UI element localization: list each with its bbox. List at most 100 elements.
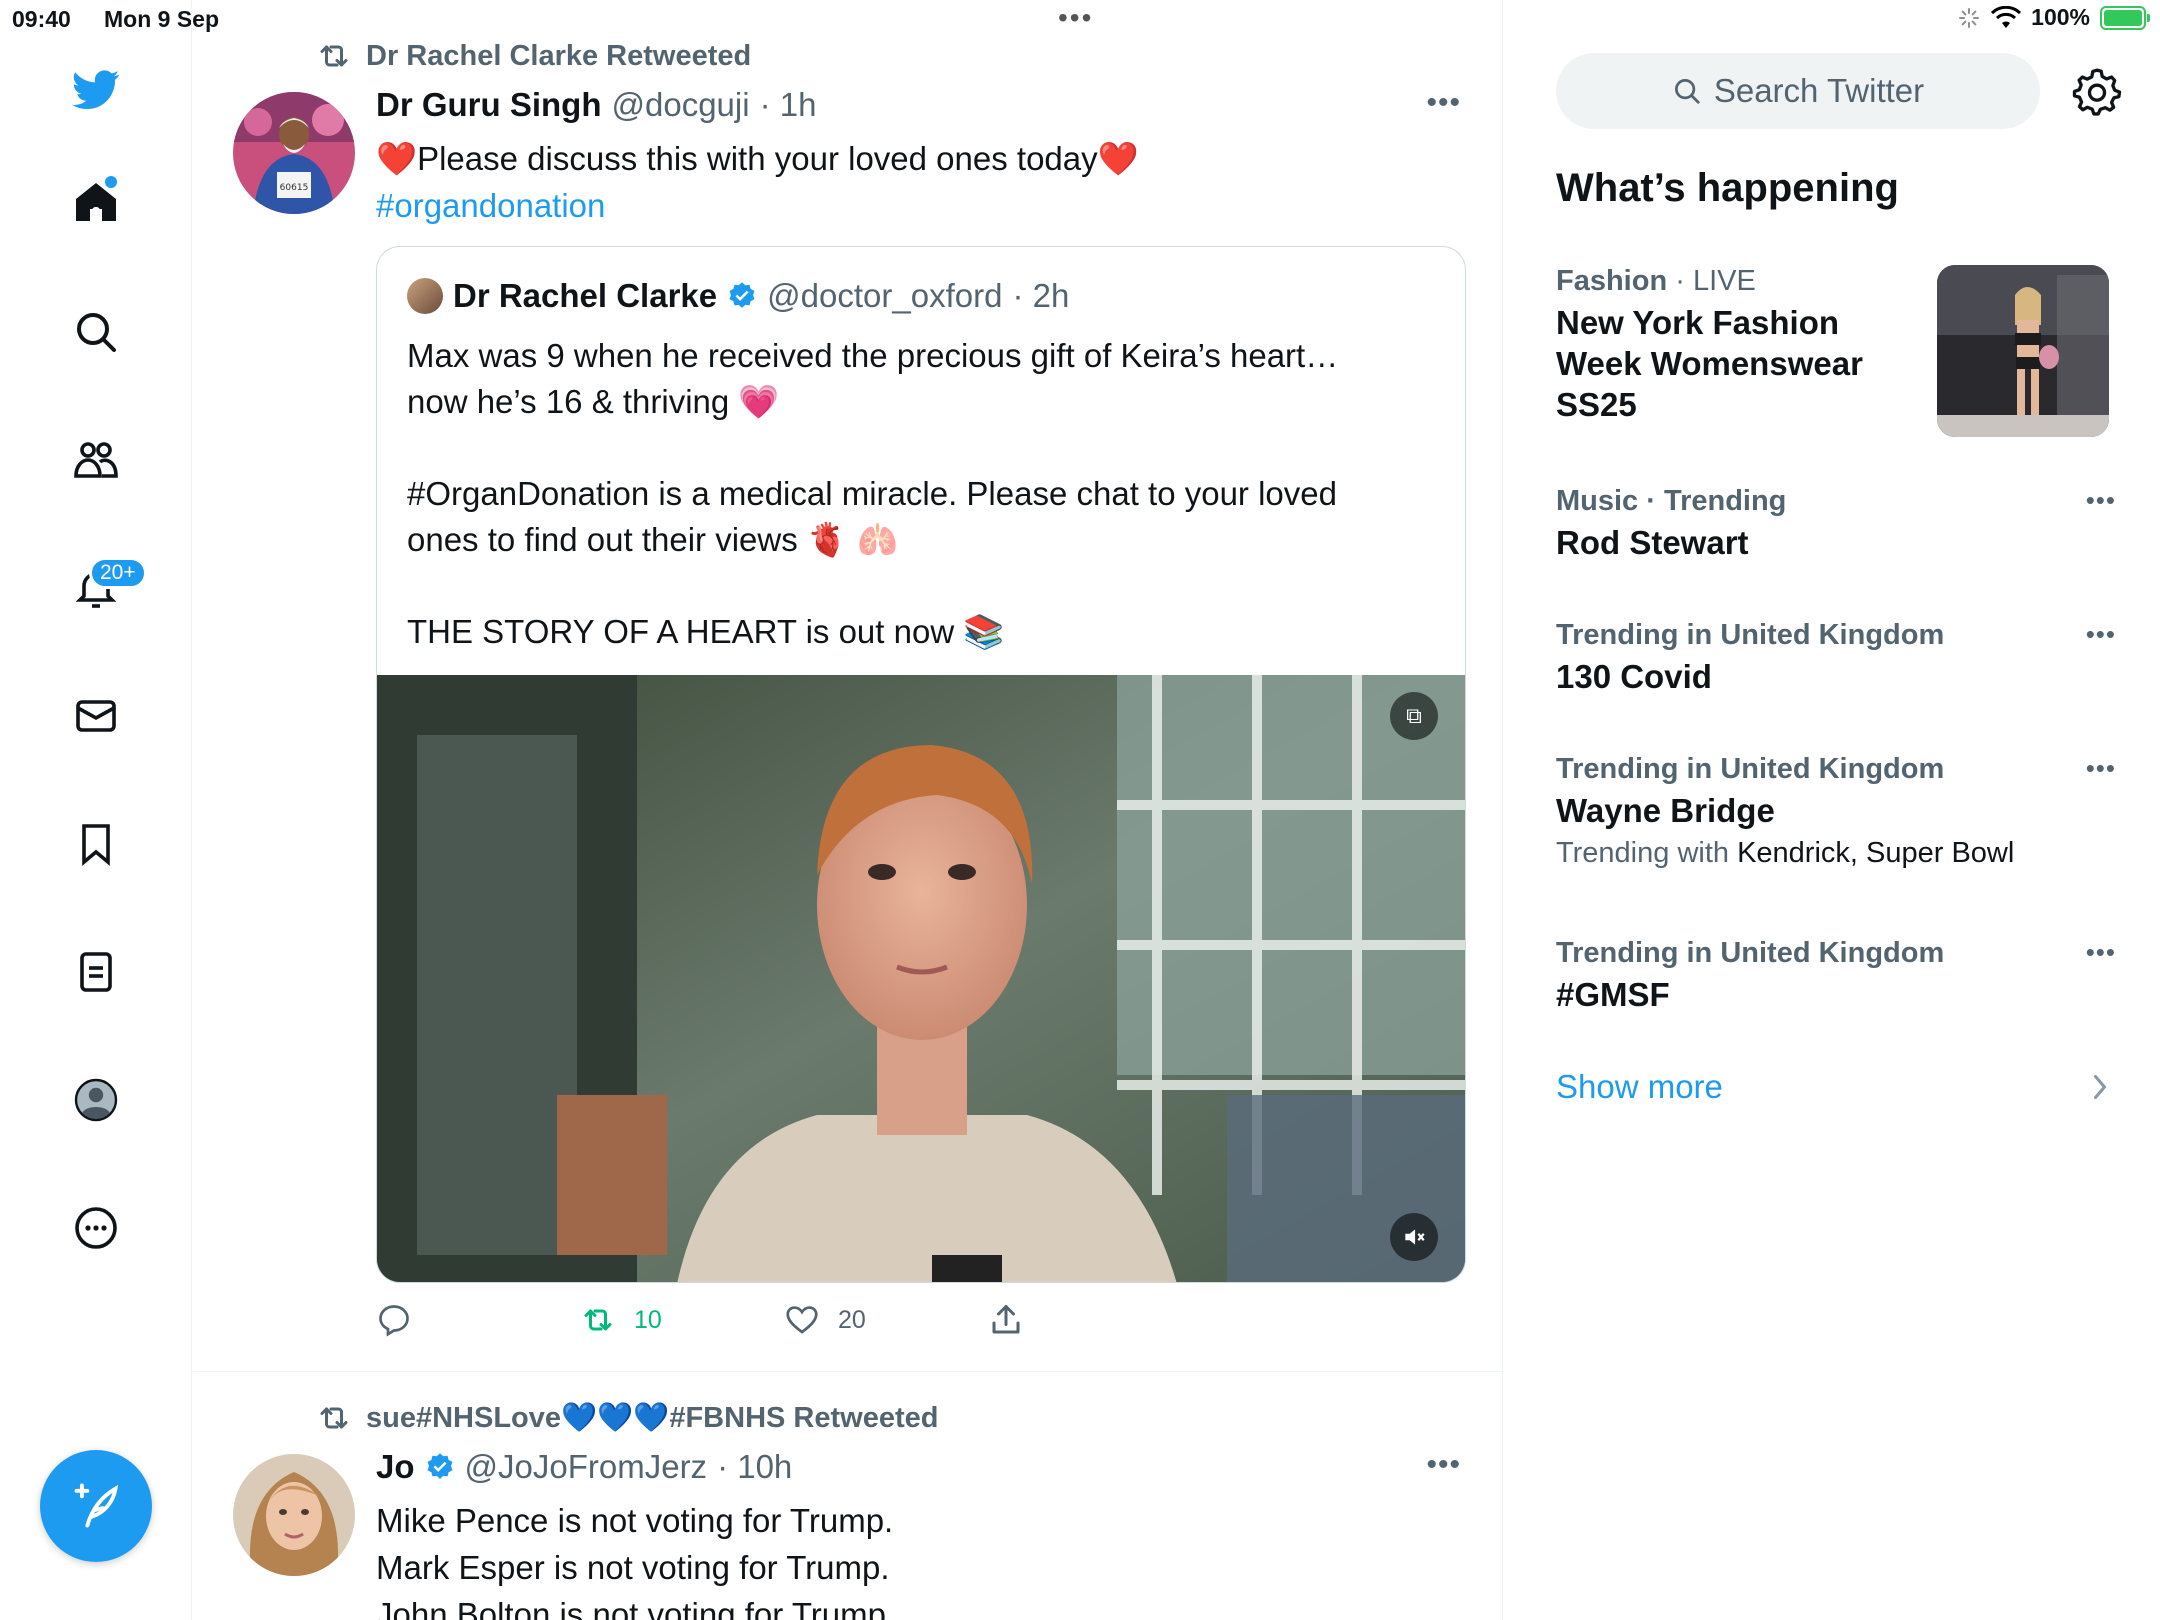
svg-text:60615: 60615 bbox=[280, 183, 309, 193]
twitter-logo-icon[interactable] bbox=[63, 56, 129, 122]
trend-meta: Trending in United Kingdom bbox=[1556, 937, 1945, 969]
trend-more-button[interactable]: ••• bbox=[2086, 937, 2116, 968]
nav-explore[interactable] bbox=[63, 299, 129, 365]
video-player[interactable]: ⧉ bbox=[377, 675, 1465, 1282]
trend-title: Rod Stewart bbox=[1556, 524, 1749, 561]
communities-icon bbox=[74, 442, 118, 478]
tweet-time[interactable]: · 1h bbox=[760, 86, 817, 124]
quoted-tweet-text: Max was 9 when he received the precious … bbox=[407, 337, 1339, 650]
tweet-body: Please discuss this with your loved ones… bbox=[417, 140, 1098, 177]
nav-communities[interactable] bbox=[63, 427, 129, 493]
captions-toggle-icon[interactable]: ⧉ bbox=[1390, 692, 1438, 740]
trend-thumbnail[interactable] bbox=[1937, 265, 2109, 437]
tweet-line: Mike Pence is not voting for Trump. bbox=[376, 1502, 894, 1539]
nav-notifications[interactable]: 20+ bbox=[63, 555, 147, 621]
author-handle[interactable]: @JoJoFromJerz bbox=[465, 1448, 708, 1486]
quoted-avatar[interactable] bbox=[407, 278, 443, 314]
bookmark-icon bbox=[82, 824, 110, 866]
notifications-badge: 20+ bbox=[89, 557, 147, 589]
compose-tweet-button[interactable] bbox=[40, 1450, 152, 1562]
tweet-text: Mike Pence is not voting for Trump. Mark… bbox=[376, 1497, 1376, 1620]
lists-icon bbox=[80, 952, 112, 992]
reply-icon bbox=[379, 1305, 409, 1337]
trend-item[interactable]: Music · Trending Rod Stewart ••• bbox=[1556, 485, 2116, 563]
like-count: 20 bbox=[838, 1305, 866, 1334]
tweet-header: Jo @JoJoFromJerz · 10h bbox=[376, 1448, 792, 1486]
trending-with-label: Trending with bbox=[1556, 837, 1738, 869]
verified-badge-icon bbox=[427, 1453, 453, 1479]
trend-item[interactable]: Trending in United Kingdom 130 Covid ••• bbox=[1556, 619, 2116, 697]
trend-more-button[interactable]: ••• bbox=[2086, 619, 2116, 650]
trend-category: Fashion bbox=[1556, 265, 1668, 297]
retweet-icon bbox=[320, 1407, 348, 1429]
search-placeholder: Search Twitter bbox=[1713, 72, 1925, 109]
tweet-actions: 10 20 bbox=[376, 1302, 1192, 1338]
retweet-count: 10 bbox=[634, 1305, 662, 1334]
retweet-icon bbox=[320, 45, 348, 67]
nav-profile[interactable] bbox=[63, 1067, 129, 1133]
retweet-button[interactable]: 10 bbox=[580, 1302, 784, 1338]
trend-title: Wayne Bridge bbox=[1556, 792, 1775, 829]
tweet-more-button[interactable]: ••• bbox=[1426, 1448, 1461, 1482]
nav-more[interactable] bbox=[63, 1195, 129, 1261]
trending-with-value[interactable]: Kendrick, Super Bowl bbox=[1737, 837, 2014, 869]
like-button[interactable]: 20 bbox=[784, 1302, 988, 1338]
gear-icon[interactable] bbox=[2072, 66, 2122, 116]
nav-bookmarks[interactable] bbox=[63, 811, 129, 877]
trend-meta: Trending in United Kingdom bbox=[1556, 753, 1945, 785]
tweet-line: Mark Esper is not voting for Trump. bbox=[376, 1549, 890, 1586]
chevron-right-icon[interactable] bbox=[2088, 1072, 2112, 1102]
nav-home[interactable] bbox=[63, 170, 129, 236]
timeline: Dr Rachel Clarke Retweeted 60615 Dr Guru… bbox=[193, 0, 1503, 1620]
verified-badge-icon bbox=[729, 282, 755, 308]
trend-more-button[interactable]: ••• bbox=[2086, 485, 2116, 516]
quoted-tweet-header: Dr Rachel Clarke @doctor_oxford · 2h bbox=[407, 277, 1069, 315]
trend-item[interactable]: Fashion · LIVE New York Fashion Week Wom… bbox=[1556, 265, 1926, 425]
sidebar-nav: 20+ bbox=[0, 0, 192, 1620]
trending-with: Trending with Kendrick, Super Bowl bbox=[1556, 837, 2116, 870]
tweet-text: ❤️Please discuss this with your loved on… bbox=[376, 135, 1376, 229]
quoted-author-handle[interactable]: @doctor_oxford bbox=[767, 277, 1002, 315]
quoted-author-name[interactable]: Dr Rachel Clarke bbox=[453, 277, 717, 315]
nav-messages[interactable] bbox=[63, 683, 129, 749]
retweeted-by-label: sue#NHSLove💙💙💙#FBNHS Retweeted bbox=[366, 1402, 939, 1434]
hashtag-link[interactable]: #organdonation bbox=[376, 187, 605, 224]
trend-meta: Trending in United Kingdom bbox=[1556, 619, 1945, 651]
tweet-line: John Bolton is not voting for Trump. bbox=[376, 1596, 896, 1620]
author-name[interactable]: Dr Guru Singh bbox=[376, 86, 602, 124]
trend-title: New York Fashion Week Womenswear SS25 bbox=[1556, 304, 1863, 423]
tweet-more-button[interactable]: ••• bbox=[1426, 86, 1461, 120]
tweet-time[interactable]: · 10h bbox=[717, 1448, 792, 1486]
show-more-link[interactable]: Show more bbox=[1556, 1068, 1723, 1106]
tweet[interactable]: Dr Rachel Clarke Retweeted 60615 Dr Guru… bbox=[193, 0, 1502, 1371]
tweet[interactable]: sue#NHSLove💙💙💙#FBNHS Retweeted Jo @JoJoF… bbox=[193, 1372, 1502, 1620]
quoted-tweet[interactable]: Dr Rachel Clarke @doctor_oxford · 2h Max… bbox=[376, 246, 1466, 1283]
whats-happening-title: What’s happening bbox=[1556, 166, 1899, 210]
new-content-dot bbox=[105, 176, 117, 188]
retweeted-by-label: Dr Rachel Clarke Retweeted bbox=[366, 39, 752, 72]
mute-icon[interactable] bbox=[1390, 1213, 1438, 1261]
nav-lists[interactable] bbox=[63, 939, 129, 1005]
right-sidebar: Search Twitter What’s happening Fashion … bbox=[1504, 0, 2160, 1620]
search-input[interactable]: Search Twitter bbox=[1556, 53, 2040, 129]
trend-item[interactable]: Trending in United Kingdom #GMSF ••• bbox=[1556, 937, 2116, 1015]
reply-button[interactable] bbox=[376, 1302, 580, 1338]
heart-icon bbox=[786, 1306, 818, 1334]
quoted-tweet-time[interactable]: · 2h bbox=[1012, 277, 1069, 315]
avatar[interactable]: 60615 bbox=[233, 92, 355, 214]
tweet-header: Dr Guru Singh @docguji · 1h bbox=[376, 86, 816, 124]
share-button[interactable] bbox=[988, 1302, 1192, 1338]
avatar[interactable] bbox=[233, 1454, 355, 1576]
trend-more-button[interactable]: ••• bbox=[2086, 753, 2116, 784]
search-icon bbox=[77, 313, 116, 352]
trend-meta: Music · Trending bbox=[1556, 485, 1787, 517]
video-frame bbox=[377, 675, 1465, 1282]
author-handle[interactable]: @docguji bbox=[612, 86, 750, 124]
compose-feather-icon bbox=[74, 1483, 119, 1528]
author-name[interactable]: Jo bbox=[376, 1448, 415, 1486]
trend-item[interactable]: Trending in United Kingdom Wayne Bridge … bbox=[1556, 753, 2116, 870]
retweet-context: sue#NHSLove💙💙💙#FBNHS Retweeted bbox=[316, 1400, 938, 1436]
profile-avatar-icon bbox=[74, 1078, 118, 1122]
retweet-icon bbox=[584, 1309, 612, 1331]
retweet-context: Dr Rachel Clarke Retweeted bbox=[316, 38, 751, 74]
